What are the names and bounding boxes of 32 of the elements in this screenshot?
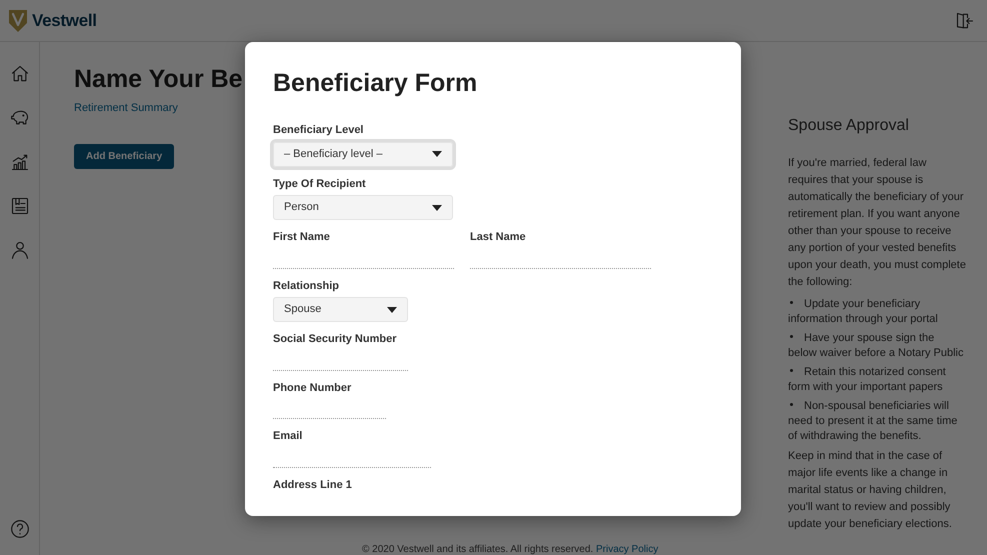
bullet-item: Non-spousal beneficiaries will need to present it at the same time of withdrawing the benefits.	[788, 399, 958, 444]
growth-chart-icon[interactable]	[10, 152, 30, 172]
logo-text: Vestwell	[32, 10, 97, 32]
field-label: Type Of Recipient	[273, 176, 367, 192]
field-label: First Name	[273, 230, 331, 245]
shield-logo-icon	[8, 8, 28, 32]
intro-paragraph: If you're married, federal law requires that your spouse is automatically the beneficiary of your retirement plan. If you want anyone other than your spouse to receive any portion of your vested benefits upon your death, you must complete the following:	[788, 156, 966, 290]
select-dropdown[interactable]: Person	[273, 195, 453, 220]
bullet-item: Update your beneficiary information through your portal	[788, 297, 939, 328]
closing-paragraph: Keep in mind that in the case of major life events like a change in marital status or having children, you'll want to review and possibly update your beneficiary elections.	[788, 449, 953, 532]
help-icon[interactable]	[10, 519, 30, 539]
select-dropdown[interactable]: Spouse	[273, 297, 408, 322]
caret-icon	[432, 151, 442, 157]
bullet-item: Have your spouse sign the below waiver before a Notary Public	[788, 331, 964, 362]
field-label: Relationship	[273, 278, 340, 294]
field-label: Phone Number	[273, 380, 352, 396]
field-label: Social Security Number	[273, 332, 398, 347]
caret-icon	[387, 306, 397, 312]
footer-text: © 2020 Vestwell and its affiliates. All rights reserved. Privacy Policy	[362, 543, 658, 555]
caret-icon	[432, 204, 442, 210]
document-icon[interactable]	[10, 196, 30, 216]
field-label: Last Name	[470, 230, 527, 245]
home-icon[interactable]	[10, 64, 30, 84]
bullet-item: Retain this notarized consent form with your important papers	[788, 365, 947, 396]
modal-title: Beneficiary Form	[273, 68, 478, 98]
page-title: Name Your Be	[74, 64, 243, 94]
field-label: Email	[273, 429, 304, 444]
field-label: Address Line 1	[273, 478, 352, 492]
field-label: Beneficiary Level	[273, 123, 364, 138]
panel-title: Spouse Approval	[788, 116, 910, 136]
sign-out-icon[interactable]	[955, 10, 975, 30]
user-icon[interactable]	[10, 240, 30, 260]
